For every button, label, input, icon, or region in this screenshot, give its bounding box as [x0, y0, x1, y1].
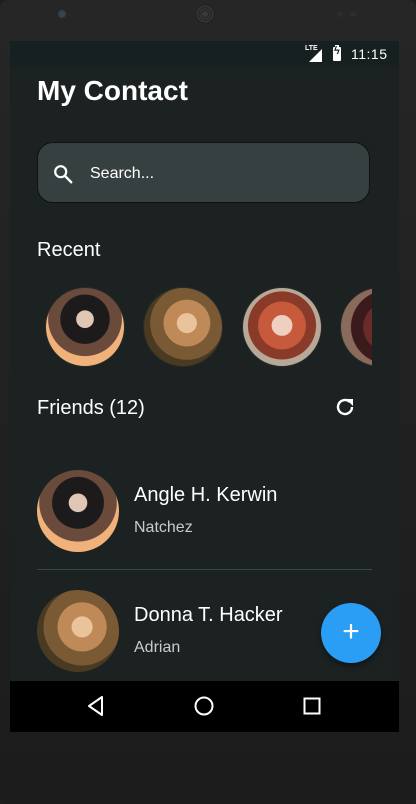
search-bar[interactable] [37, 142, 370, 203]
app-screen: LTE 11:15 My Contact Recent Friends (12) [10, 41, 399, 732]
signal-icon [309, 49, 322, 62]
friend-name: Angle H. Kerwin [134, 484, 278, 506]
friend-location: Natchez [134, 519, 193, 536]
light-sensor [350, 11, 356, 17]
friend-location: Adrian [134, 639, 181, 656]
recent-section-title: Recent [37, 239, 101, 261]
recent-avatar[interactable] [340, 287, 372, 367]
system-nav-bar [10, 681, 399, 732]
refresh-icon[interactable] [333, 395, 357, 419]
friend-name: Donna T. Hacker [134, 604, 283, 626]
page-title: My Contact [37, 75, 188, 106]
recent-avatar[interactable] [143, 287, 223, 367]
back-icon[interactable] [84, 694, 108, 718]
add-contact-button[interactable]: + [321, 603, 381, 663]
list-divider [37, 569, 372, 570]
proximity-sensor [337, 11, 343, 17]
status-bar: LTE 11:15 [10, 41, 399, 67]
avatar [37, 470, 119, 552]
search-input[interactable] [88, 161, 352, 187]
recents-icon[interactable] [300, 694, 324, 718]
front-camera [57, 9, 67, 19]
recent-contacts-row[interactable] [37, 285, 372, 371]
home-icon[interactable] [192, 694, 216, 718]
friends-section-title: Friends (12) [37, 397, 145, 419]
avatar [37, 590, 119, 672]
recent-avatar[interactable] [242, 287, 322, 367]
friend-list-item[interactable]: Angle H. Kerwin Natchez [37, 470, 372, 552]
search-icon[interactable] [52, 163, 74, 185]
earpiece-speaker [195, 4, 215, 24]
recent-avatar[interactable] [45, 287, 125, 367]
status-time: 11:15 [351, 46, 388, 62]
battery-charging-icon [333, 45, 341, 61]
device-frame: LTE 11:15 My Contact Recent Friends (12) [0, 0, 416, 804]
